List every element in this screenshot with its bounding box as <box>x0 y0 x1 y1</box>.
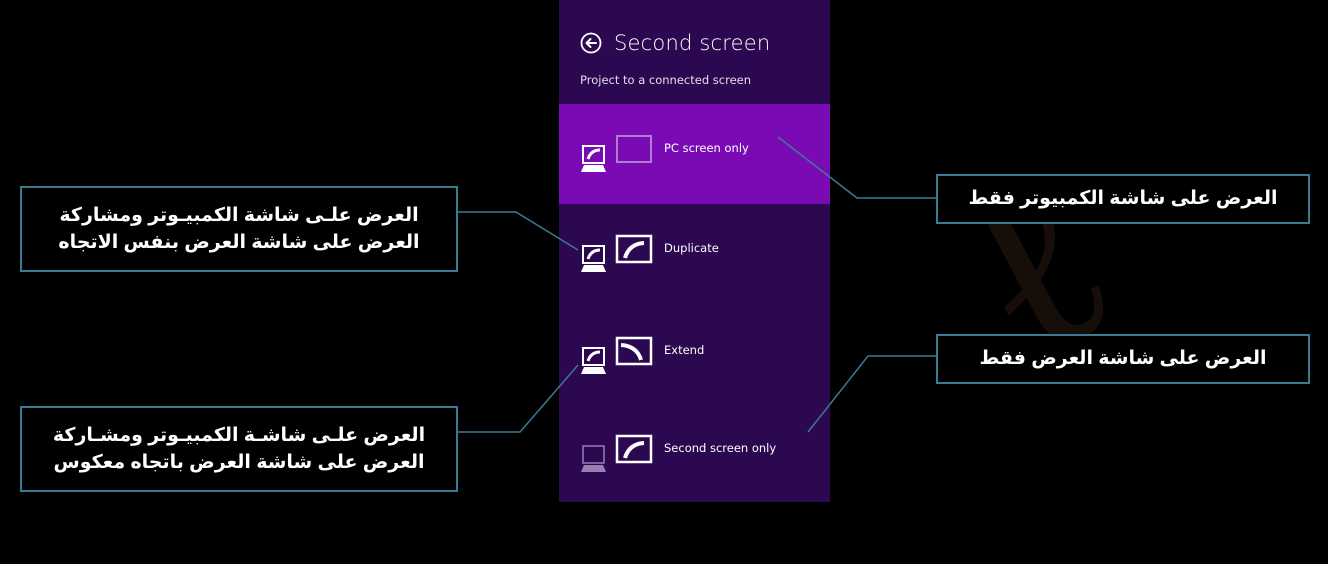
back-arrow-icon[interactable] <box>580 32 602 54</box>
second-screen-panel: Second screen Project to a connected scr… <box>559 0 830 502</box>
second-screen-only-icon <box>581 434 653 472</box>
panel-title: Second screen <box>614 31 771 55</box>
callout-extend: العرض علـى شاشـة الكمبيـوتر ومشـاركة الع… <box>20 406 458 492</box>
option-label: Extend <box>664 343 705 357</box>
extend-icon <box>581 336 653 374</box>
callout-duplicate: العرض علـى شاشة الكمبيـوتر ومشاركة العرض… <box>20 186 458 272</box>
panel-header: Second screen <box>580 31 770 55</box>
option-label: Second screen only <box>664 441 777 455</box>
callout-duplicate-line1: العرض علـى شاشة الكمبيـوتر ومشاركة <box>59 205 419 226</box>
background-watermark: ℓ <box>906 98 1159 424</box>
callout-extend-line1: العرض علـى شاشـة الكمبيـوتر ومشـاركة <box>52 425 426 446</box>
option-label: PC screen only <box>664 141 749 155</box>
panel-subtitle: Project to a connected screen <box>580 73 752 87</box>
duplicate-icon <box>581 234 653 272</box>
callout-duplicate-line2: العرض على شاشة العرض بنفس الاتجاه <box>58 232 420 253</box>
callout-pc-screen-only: العرض على شاشة الكمبيوتر فقط <box>936 174 1310 224</box>
callout-second-screen-only: العرض على شاشة العرض فقط <box>936 334 1310 384</box>
option-extend[interactable]: Extend <box>559 304 830 404</box>
pc-screen-only-icon <box>581 135 652 172</box>
callout-extend-line2: العرض على شاشة العرض باتجاه معكوس <box>53 452 425 473</box>
option-label: Duplicate <box>664 241 719 255</box>
option-duplicate[interactable]: Duplicate <box>559 204 830 304</box>
option-pc-screen-only[interactable]: PC screen only <box>559 104 830 204</box>
option-second-screen-only[interactable]: Second screen only <box>559 404 830 504</box>
